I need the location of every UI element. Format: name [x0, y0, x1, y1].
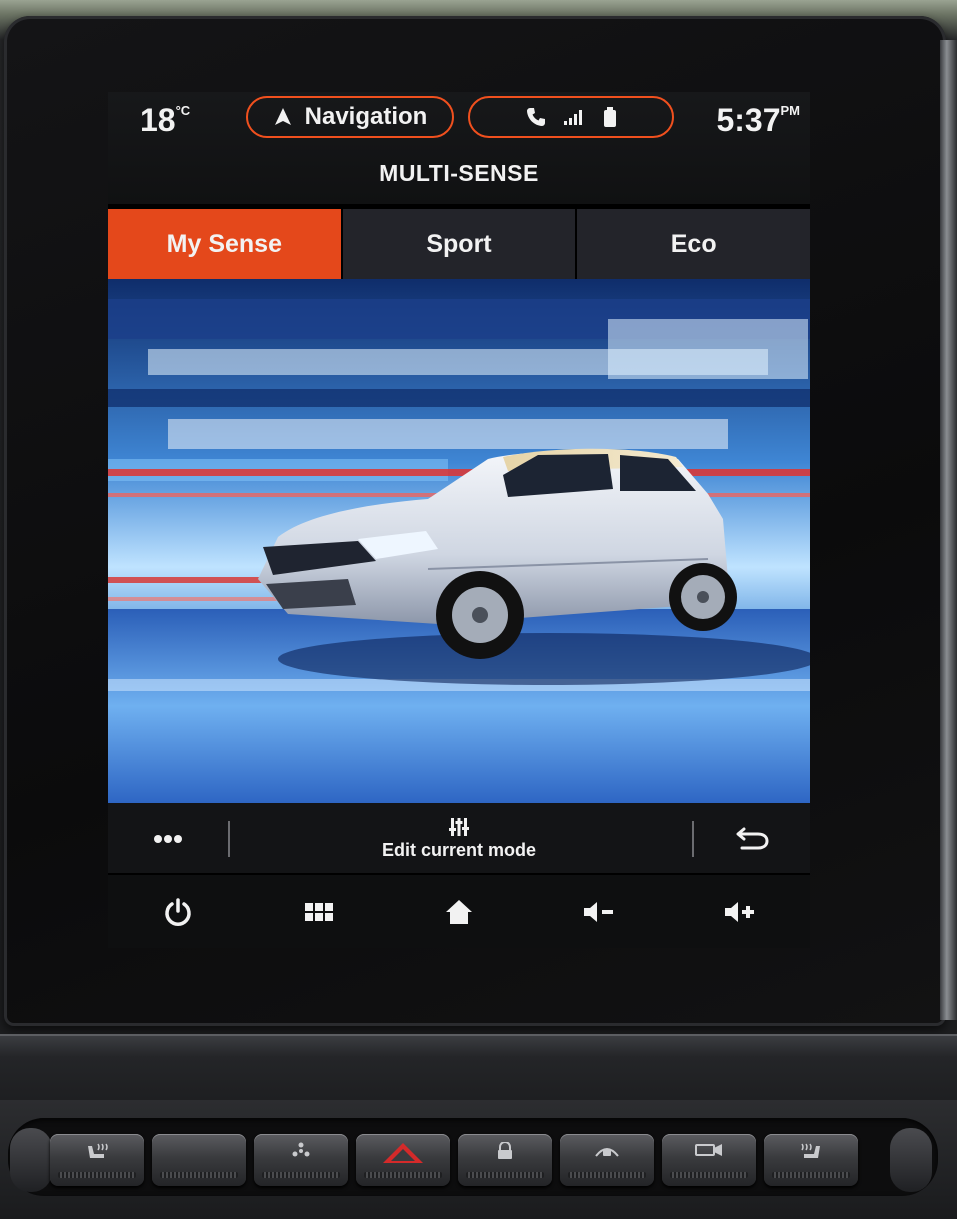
temperature-readout: 18°C	[140, 102, 190, 139]
rail-end-left	[10, 1128, 52, 1192]
navigation-label: Navigation	[304, 103, 428, 130]
button-ridge	[772, 1172, 850, 1178]
button-ridge	[262, 1172, 340, 1178]
more-icon	[154, 835, 182, 843]
button-ridge	[466, 1172, 544, 1178]
system-nav-bar	[108, 875, 810, 948]
equalizer-icon	[449, 817, 469, 836]
lane-assist-button[interactable]	[560, 1134, 654, 1186]
navigation-arrow-icon	[274, 108, 291, 125]
divider-left	[228, 821, 230, 857]
navigation-button[interactable]: Navigation	[246, 96, 454, 138]
button-ridge	[160, 1172, 238, 1178]
more-options-button[interactable]	[148, 827, 188, 851]
button-ridge	[364, 1172, 442, 1178]
infotainment-screen: 18°C Navigation 5:37PM MULTI-SENSE My Se…	[108, 92, 810, 948]
clock-suffix: PM	[780, 103, 801, 118]
button-ridge	[58, 1172, 136, 1178]
tab-sport[interactable]: Sport	[342, 209, 578, 279]
edit-current-mode-label: Edit current mode	[381, 839, 537, 860]
edit-current-mode-button[interactable]: Edit current mode	[328, 809, 590, 867]
tab-eco[interactable]: Eco	[577, 209, 810, 279]
back-button[interactable]	[728, 821, 776, 855]
back-icon	[736, 827, 769, 850]
page-title: MULTI-SENSE	[379, 160, 539, 186]
clock: 5:37PM	[716, 102, 800, 139]
home-button[interactable]	[429, 887, 489, 937]
status-bar: 18°C Navigation 5:37PM MULTI-SENSE	[108, 92, 810, 204]
fan-icon	[292, 1142, 310, 1157]
temperature-unit: °C	[175, 103, 191, 118]
temperature-value: 18	[140, 102, 176, 138]
lock-button[interactable]	[458, 1134, 552, 1186]
dashboard-scene: 18°C Navigation 5:37PM MULTI-SENSE My Se…	[0, 0, 957, 1219]
power-button[interactable]	[148, 887, 208, 937]
seat-heat-icon	[88, 1143, 108, 1158]
rail-end-right	[890, 1128, 932, 1192]
action-bar: Edit current mode	[108, 803, 810, 875]
power-icon	[165, 897, 191, 926]
mode-tabs: My Sense Sport Eco	[108, 209, 810, 279]
camera-icon	[695, 1144, 722, 1156]
volume-up-button[interactable]	[710, 887, 770, 937]
apps-icon	[304, 902, 333, 921]
signal-icon	[564, 110, 582, 125]
phone-status-button[interactable]	[468, 96, 674, 138]
lane-assist-icon	[595, 1148, 619, 1157]
blank-button[interactable]	[152, 1134, 246, 1186]
fan-button[interactable]	[254, 1134, 348, 1186]
camera-button[interactable]	[662, 1134, 756, 1186]
bezel-edge	[940, 40, 957, 1020]
divider-right	[692, 821, 694, 857]
seat-heat-right-icon	[801, 1143, 820, 1158]
home-icon	[445, 899, 472, 924]
mode-hero-image	[108, 279, 810, 803]
tab-my-sense[interactable]: My Sense	[108, 209, 343, 279]
hazard-button[interactable]	[356, 1134, 450, 1186]
button-ridge	[568, 1172, 646, 1178]
button-ridge	[670, 1172, 748, 1178]
seat-heat-right-button[interactable]	[764, 1134, 858, 1186]
volume-down-icon	[584, 901, 614, 922]
volume-up-icon	[724, 901, 754, 922]
lock-icon	[498, 1142, 512, 1159]
clock-time: 5:37	[716, 102, 781, 138]
seat-heat-left-button[interactable]	[50, 1134, 144, 1186]
dashboard-trim	[0, 1034, 957, 1106]
apps-button[interactable]	[289, 887, 349, 937]
hazard-icon	[383, 1143, 423, 1163]
volume-down-button[interactable]	[569, 887, 629, 937]
phone-icon	[527, 108, 545, 126]
car-scene-illustration	[108, 279, 810, 803]
battery-icon	[604, 107, 616, 127]
